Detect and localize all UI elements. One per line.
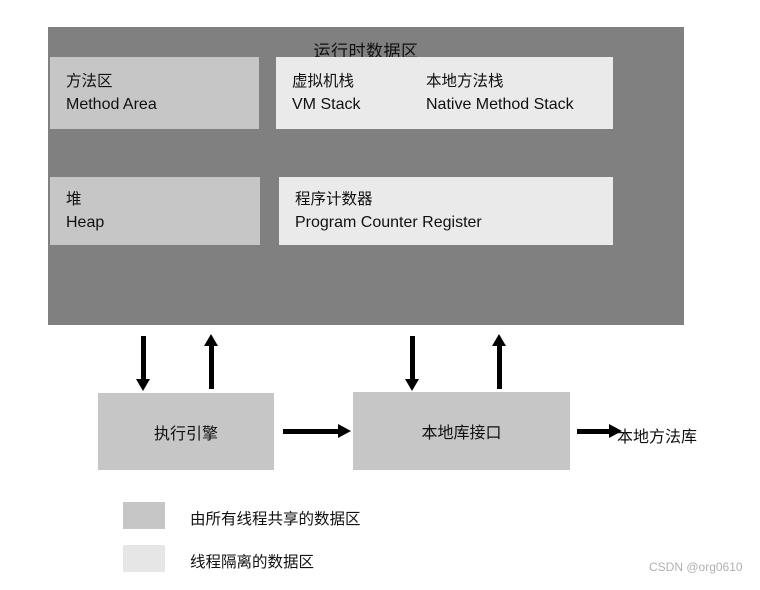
execution-engine-box: 执行引擎 (98, 393, 274, 470)
watermark: CSDN @org0610 (649, 560, 743, 574)
heap-label-cn: 堆 (66, 191, 82, 208)
memory-box-program-counter-register: 程序计数器 Program Counter Register (279, 177, 613, 245)
method-area-label-en: Method Area (66, 96, 157, 113)
arrow-up-icon-interface-out (492, 334, 506, 389)
memory-box-heap: 堆 Heap (50, 177, 260, 245)
arrow-right-icon-interface-to-library (577, 424, 622, 438)
execution-engine-label: 执行引擎 (153, 425, 218, 443)
legend-label-shared: 由所有线程共享的数据区 (190, 511, 361, 528)
memory-box-method-area: 方法区 Method Area (50, 57, 259, 129)
arrow-up-icon-engine-out (204, 334, 218, 389)
native-method-stack-label-en: Native Method Stack (426, 96, 574, 113)
vm-stack-label-en: VM Stack (292, 96, 361, 113)
vm-stack-label-cn: 虚拟机栈 (292, 73, 355, 90)
legend-swatch-isolated (123, 545, 165, 572)
diagram-canvas: 运行时数据区 方法区 Method Area 虚拟机栈 VM Stack 本地方… (0, 0, 760, 590)
program-counter-label-en: Program Counter Register (295, 214, 482, 231)
memory-box-vm-stack: 虚拟机栈 VM Stack (276, 57, 418, 129)
arrow-down-icon-interface-in (405, 336, 419, 391)
heap-label-en: Heap (66, 214, 105, 231)
memory-box-native-method-stack: 本地方法栈 Native Method Stack (410, 57, 613, 129)
native-library-interface-box: 本地库接口 (353, 392, 570, 470)
arrow-right-icon-engine-to-interface (283, 424, 351, 438)
legend-swatch-shared (123, 502, 165, 529)
native-method-stack-label-cn: 本地方法栈 (426, 73, 504, 90)
native-method-library-label: 本地方法库 (617, 429, 698, 446)
legend-label-isolated: 线程隔离的数据区 (190, 554, 315, 571)
native-library-interface-label: 本地库接口 (421, 425, 502, 442)
arrow-down-icon-engine-in (136, 336, 150, 391)
method-area-label-cn: 方法区 (66, 73, 113, 90)
program-counter-label-cn: 程序计数器 (295, 191, 373, 208)
